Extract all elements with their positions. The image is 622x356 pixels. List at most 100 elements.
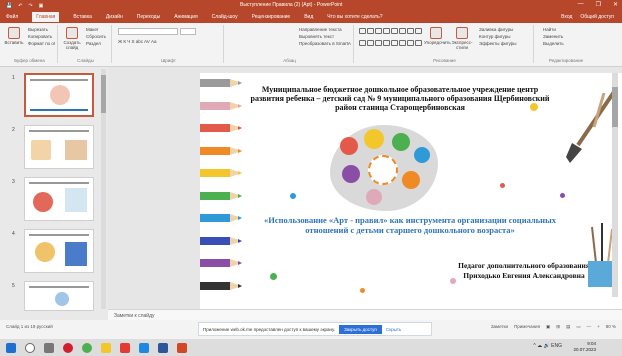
minimize-button[interactable]: —: [578, 1, 584, 8]
zoom-level[interactable]: 80 %: [606, 324, 616, 330]
slide-heading: Муниципальное бюджетное дошкольное образ…: [250, 85, 550, 112]
paint-blob: [366, 189, 382, 205]
slide-thumbnail-5[interactable]: [24, 281, 94, 311]
slide-thumbnail-1[interactable]: [24, 73, 94, 117]
thumbnail-image: [55, 292, 69, 306]
chrome-icon[interactable]: [82, 342, 92, 353]
smartart-button[interactable]: Преобразовать в SmartArt: [299, 41, 351, 47]
paragraph-group-label: Абзац: [283, 58, 296, 63]
thumbnail-text-line: [29, 130, 89, 132]
arrange-button[interactable]: Упорядочить: [424, 27, 451, 51]
confetti-dot: [290, 193, 296, 199]
tab-slideshow[interactable]: Слайд-шоу: [212, 14, 238, 20]
notes-placeholder: Заметки к слайду: [114, 313, 155, 319]
font-size-select[interactable]: [180, 28, 196, 35]
taskview-icon[interactable]: [44, 342, 54, 353]
text-direction-button[interactable]: Направление текста: [299, 27, 351, 33]
font-group: Ж К Ч S abc AV Аа Шрифт: [114, 25, 224, 63]
cut-button[interactable]: Вырезать: [28, 27, 55, 33]
zoom-in-button[interactable]: +: [597, 324, 600, 330]
tab-review[interactable]: Рецензирование: [252, 14, 291, 20]
reading-view-button[interactable]: ▤: [566, 324, 570, 330]
shapes-gallery[interactable]: [359, 28, 422, 50]
system-tray[interactable]: ^ ☁ 🔊 ENG: [533, 343, 562, 349]
section-button[interactable]: Раздел: [86, 41, 109, 47]
status-controls: Заметки Примечания ▣ ⊞ ▤ ▭ — + 80 %: [491, 324, 616, 330]
pencil-decoration: [200, 101, 242, 110]
paste-icon: [8, 27, 20, 39]
windows-taskbar: ^ ☁ 🔊 ENG 9:04 20.07.2023: [0, 339, 622, 356]
align-text-button[interactable]: Выровнять текст: [299, 34, 351, 40]
slide-thumbnail-2[interactable]: [24, 125, 94, 169]
opera-icon[interactable]: [63, 342, 73, 353]
slide-thumbnails-pane: 1 2 3 4 5: [0, 67, 108, 320]
undo-icon[interactable]: ↶: [18, 3, 22, 9]
search-icon[interactable]: [25, 342, 35, 353]
format-painter-button[interactable]: Формат по образцу: [28, 41, 55, 47]
powerpoint-icon[interactable]: [177, 342, 187, 353]
layout-button[interactable]: Макет: [86, 27, 109, 33]
share-button[interactable]: Общий доступ: [580, 14, 614, 20]
font-format-buttons[interactable]: Ж К Ч S abc AV Аа: [118, 39, 157, 44]
confetti-dot: [360, 288, 365, 293]
new-slide-button[interactable]: Создать слайд: [62, 27, 82, 51]
ribbon-tabs: Файл Главная Вставка Дизайн Переходы Ани…: [0, 11, 622, 23]
redo-icon[interactable]: ↷: [28, 3, 32, 9]
reset-button[interactable]: Сбросить: [86, 34, 109, 40]
present-icon[interactable]: ▣: [39, 3, 44, 9]
slide-canvas[interactable]: Муниципальное бюджетное дошкольное образ…: [200, 73, 622, 309]
new-slide-label: Создать слайд: [63, 40, 81, 50]
normal-view-button[interactable]: ▣: [546, 324, 550, 330]
tab-transitions[interactable]: Переходы: [137, 14, 160, 20]
tell-me-input[interactable]: Что вы хотите сделать?: [327, 14, 382, 20]
slideshow-button[interactable]: ▭: [576, 324, 580, 330]
find-button[interactable]: Найти: [543, 27, 591, 33]
tab-design[interactable]: Дизайн: [106, 14, 123, 20]
slides-group: Создать слайд Макет Сбросить Раздел Слай…: [60, 25, 112, 63]
replace-button[interactable]: Заменить: [543, 34, 591, 40]
thumbnails-scrollbar[interactable]: [101, 69, 106, 309]
maximize-button[interactable]: ❐: [596, 1, 601, 8]
hide-button[interactable]: Скрыть: [386, 327, 401, 332]
taskbar-clock[interactable]: 9:04 20.07.2023: [573, 341, 596, 353]
paint-blob: [340, 137, 358, 155]
sorter-view-button[interactable]: ⊞: [556, 324, 560, 330]
scrollbar-thumb[interactable]: [612, 87, 618, 127]
comments-button[interactable]: Примечания: [514, 324, 540, 330]
scrollbar-thumb[interactable]: [101, 75, 106, 113]
shape-effects-button[interactable]: Эффекты фигуры: [479, 41, 529, 47]
font-name-select[interactable]: [118, 28, 178, 35]
shape-outline-button[interactable]: Контур фигуры: [479, 34, 529, 40]
tab-file[interactable]: Файл: [6, 14, 18, 20]
pencil-decoration: [200, 259, 242, 267]
zoom-out-button[interactable]: —: [587, 324, 592, 330]
thumbnail-text-line: [29, 182, 89, 184]
slide-scrollbar[interactable]: [612, 73, 618, 297]
notes-button[interactable]: Заметки: [491, 324, 508, 330]
start-icon[interactable]: [6, 342, 16, 353]
copy-button[interactable]: Копировать: [28, 34, 55, 40]
quick-styles-button[interactable]: Экспресс-стили: [450, 27, 474, 51]
sign-in-link[interactable]: Вход: [561, 14, 572, 20]
save-icon[interactable]: 💾: [6, 3, 12, 9]
close-button[interactable]: ✕: [613, 1, 618, 8]
slide-thumbnail-3[interactable]: [24, 177, 94, 221]
slide-thumbnail-4[interactable]: [24, 229, 94, 273]
pencil-decoration: [200, 236, 242, 245]
window-title: Выступление Правила (2) (Apt) - PowerPoi…: [240, 2, 343, 8]
tab-view[interactable]: Вид: [304, 14, 313, 20]
tab-insert[interactable]: Вставка: [73, 14, 92, 20]
explorer-icon[interactable]: [101, 342, 111, 353]
paste-button[interactable]: Вставить: [4, 27, 24, 51]
tab-animations[interactable]: Анимация: [174, 14, 197, 20]
tab-home[interactable]: Главная: [32, 12, 60, 22]
powerpoint-window: 💾 ↶ ↷ ▣ Выступление Правила (2) (Apt) - …: [0, 0, 622, 356]
select-button[interactable]: Выделить: [543, 41, 591, 47]
shape-fill-button[interactable]: Заливка фигуры: [479, 27, 529, 33]
yandex-icon[interactable]: [120, 342, 130, 353]
word-icon[interactable]: [158, 342, 168, 353]
notes-pane[interactable]: Заметки к слайду: [108, 309, 622, 320]
mail-icon[interactable]: [139, 342, 149, 353]
stop-sharing-button[interactable]: Закрыть доступ: [339, 324, 382, 334]
pencil-decoration: [200, 281, 242, 290]
